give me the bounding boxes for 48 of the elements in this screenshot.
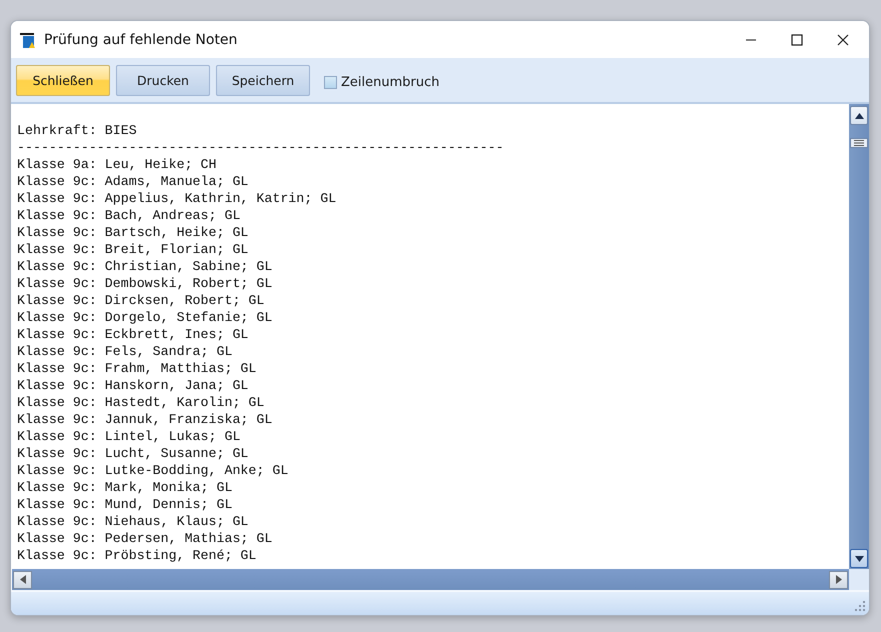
report-line: ------------------------------------------------------------- xyxy=(17,139,505,156)
scroll-up-button[interactable] xyxy=(850,106,868,125)
report-line: Klasse 9c: Dembowski, Robert; GL xyxy=(17,275,274,292)
left-arrow-icon xyxy=(20,575,26,584)
report-line: Klasse 9c: Bartsch, Heike; GL xyxy=(17,224,250,241)
checkbox-label: Zeilenumbruch xyxy=(341,74,440,90)
report-line: Klasse 9c: Dorgelo, Stefanie; GL xyxy=(17,309,274,326)
close-icon[interactable] xyxy=(837,34,849,46)
vertical-scrollbar[interactable] xyxy=(849,104,869,569)
scroll-thumb[interactable] xyxy=(850,138,868,148)
report-line: Klasse 9c: Mund, Dennis; GL xyxy=(17,496,234,513)
toolbar-button[interactable]: Speichern xyxy=(216,64,310,96)
window-title: Prüfung auf fehlende Noten xyxy=(44,32,238,48)
toolbar-button[interactable]: Drucken xyxy=(116,64,210,96)
report-line: Klasse 9c: Adams, Manuela; GL xyxy=(17,173,250,190)
report-line: Klasse 9c: Dircksen, Robert; GL xyxy=(17,292,266,309)
horizontal-scrollbar[interactable] xyxy=(12,569,849,590)
toolbar-button[interactable]: Schließen xyxy=(16,64,110,96)
report-line: Klasse 9c: Hastedt, Karolin; GL xyxy=(17,394,266,411)
report-line: Klasse 9c: Lintel, Lukas; GL xyxy=(17,428,242,445)
up-arrow-icon xyxy=(854,112,864,118)
report-line: Klasse 9c: Pedersen, Mathias; GL xyxy=(17,530,274,547)
resize-grip-icon[interactable] xyxy=(855,601,865,611)
report-line: Klasse 9c: Christian, Sabine; GL xyxy=(17,258,274,275)
report-line: Klasse 9c: Mark, Monika; GL xyxy=(17,479,234,496)
scroll-down-button[interactable] xyxy=(850,549,868,568)
report-line: Klasse 9c: Lutke-Bodding, Anke; GL xyxy=(17,462,290,479)
report-line: Klasse 9c: Eckbrett, Ines; GL xyxy=(17,326,250,343)
report-line: Lehrkraft: BIES xyxy=(17,122,138,139)
report-line: Klasse 9c: Fels, Sandra; GL xyxy=(17,343,234,360)
right-arrow-icon xyxy=(836,575,842,584)
report-line: Klasse 9c: Niehaus, Klaus; GL xyxy=(17,513,250,530)
report-line: Klasse 9c: Appelius, Kathrin, Katrin; GL xyxy=(17,190,338,207)
report-line: Klasse 9a: Leu, Heike; CH xyxy=(17,156,218,173)
report-line: Klasse 9c: Frahm, Matthias; GL xyxy=(17,360,258,377)
app-icon xyxy=(20,30,38,48)
report-line: Klasse 9c: Jannuk, Franziska; GL xyxy=(17,411,274,428)
report-line: Klasse 9c: Pröbsting, René; GL xyxy=(17,547,258,564)
down-arrow-icon xyxy=(854,556,864,562)
report-line: Klasse 9c: Breit, Florian; GL xyxy=(17,241,250,258)
scroll-right-button[interactable] xyxy=(829,570,848,588)
report-line: Klasse 9c: Lucht, Susanne; GL xyxy=(17,445,250,462)
scroll-left-button[interactable] xyxy=(13,570,32,588)
maximize-icon[interactable] xyxy=(791,34,803,46)
report-line: Klasse 9c: Bach, Andreas; GL xyxy=(17,207,242,224)
scrollbar-corner xyxy=(849,569,869,590)
report-line: Klasse 9c: Hanskorn, Jana; GL xyxy=(17,377,250,394)
checkbox[interactable] xyxy=(324,76,337,88)
